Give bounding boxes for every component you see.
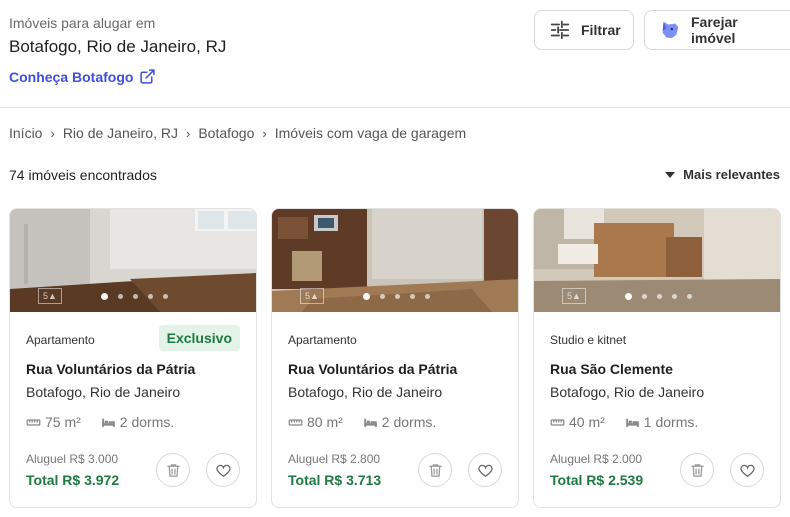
property-street: Rua Voluntários da Pátria <box>26 361 196 377</box>
carousel-dot[interactable] <box>117 294 123 299</box>
trash-icon <box>690 463 704 477</box>
results-count: 74 imóveis encontrados <box>9 167 157 183</box>
carousel-dots[interactable] <box>272 293 518 300</box>
breadcrumb-neighborhood[interactable]: Botafogo <box>198 125 254 141</box>
property-type: Apartamento <box>288 333 357 347</box>
carousel-dot[interactable] <box>132 294 138 299</box>
chevron-right-icon: › <box>185 125 191 141</box>
carousel-dot[interactable] <box>379 294 385 299</box>
total-price: Total R$ 3.972 <box>26 472 120 488</box>
property-street: Rua São Clemente <box>550 361 673 377</box>
bedrooms-feature: 2 dorms. <box>101 414 174 430</box>
discard-button[interactable] <box>418 453 452 487</box>
carousel-dot[interactable] <box>409 294 415 299</box>
property-neighborhood: Botafogo, Rio de Janeiro <box>288 384 443 400</box>
bedrooms-value: 1 dorms. <box>643 414 699 430</box>
carousel-dots[interactable] <box>534 293 780 300</box>
carousel-dot[interactable] <box>362 293 370 300</box>
sniff-property-button[interactable]: Farejar imóvel <box>644 10 790 50</box>
rent-price: Aluguel R$ 3.000 <box>26 452 119 466</box>
bed-icon <box>102 418 115 427</box>
property-neighborhood: Botafogo, Rio de Janeiro <box>26 384 181 400</box>
chevron-right-icon: › <box>50 125 55 141</box>
property-neighborhood: Botafogo, Rio de Janeiro <box>550 384 705 400</box>
carousel-dot[interactable] <box>671 294 677 299</box>
caret-down-icon <box>665 171 676 178</box>
ruler-icon <box>288 418 303 426</box>
carousel-dot[interactable] <box>686 294 692 299</box>
property-features: 40 m² 1 dorms. <box>550 414 718 430</box>
property-card[interactable]: 5▲ Studio e kitnet Rua São Clemente Bota… <box>533 208 781 508</box>
discard-button[interactable] <box>680 453 714 487</box>
area-value: 80 m² <box>307 414 343 430</box>
property-type: Apartamento <box>26 333 95 347</box>
heart-icon <box>477 464 493 477</box>
external-link-icon <box>140 69 156 84</box>
rent-price: Aluguel R$ 2.800 <box>288 452 381 466</box>
filter-button[interactable]: Filtrar <box>534 10 634 50</box>
breadcrumb: Início › Rio de Janeiro, RJ › Botafogo ›… <box>9 125 466 141</box>
page-subtitle: Imóveis para alugar em <box>9 15 156 31</box>
carousel-dot[interactable] <box>162 294 168 299</box>
property-type: Studio e kitnet <box>550 333 627 347</box>
sort-dropdown[interactable]: Mais relevantes <box>665 167 780 182</box>
discard-button[interactable] <box>156 453 190 487</box>
exclusive-badge: Exclusivo <box>158 325 240 351</box>
know-neighborhood-label: Conheça Botafogo <box>9 68 134 85</box>
property-photo[interactable]: 5▲ <box>534 209 780 312</box>
area-value: 75 m² <box>45 414 81 430</box>
bed-icon <box>626 418 639 427</box>
page-title: Botafogo, Rio de Janeiro, RJ <box>9 37 227 56</box>
sniff-button-label: Farejar imóvel <box>691 14 738 46</box>
ruler-icon <box>550 418 565 426</box>
total-price: Total R$ 2.539 <box>550 472 644 488</box>
search-header: Imóveis para alugar em Botafogo, Rio de … <box>0 0 790 108</box>
total-price: Total R$ 3.713 <box>288 472 382 488</box>
chevron-right-icon: › <box>262 125 267 141</box>
carousel-dot[interactable] <box>100 293 108 300</box>
property-card[interactable]: 5▲ Apartamento Exclusivo Rua Voluntários… <box>9 208 257 508</box>
carousel-dot[interactable] <box>394 294 400 299</box>
heart-icon <box>215 464 231 477</box>
property-features: 80 m² 2 dorms. <box>288 414 456 430</box>
ruler-icon <box>26 418 41 426</box>
breadcrumb-current: Imóveis com vaga de garagem <box>274 125 467 141</box>
heart-icon <box>739 464 755 477</box>
dog-mascot-icon <box>662 21 679 39</box>
bedrooms-value: 2 dorms. <box>381 414 437 430</box>
property-features: 75 m² 2 dorms. <box>26 414 194 430</box>
bedrooms-feature: 1 dorms. <box>625 414 698 430</box>
sliders-icon <box>550 20 570 40</box>
breadcrumb-city[interactable]: Rio de Janeiro, RJ <box>63 125 178 141</box>
know-neighborhood-link[interactable]: Conheça Botafogo <box>9 68 156 85</box>
favorite-button[interactable] <box>468 453 502 487</box>
trash-icon <box>428 463 442 477</box>
rent-price: Aluguel R$ 2.000 <box>550 452 643 466</box>
carousel-dots[interactable] <box>10 293 256 300</box>
favorite-button[interactable] <box>730 453 764 487</box>
area-feature: 80 m² <box>288 414 343 430</box>
area-value: 40 m² <box>569 414 605 430</box>
carousel-dot[interactable] <box>656 294 662 299</box>
property-photo[interactable]: 5▲ <box>272 209 518 312</box>
area-feature: 75 m² <box>26 414 81 430</box>
filter-button-label: Filtrar <box>581 22 621 38</box>
carousel-dot[interactable] <box>147 294 153 299</box>
area-feature: 40 m² <box>550 414 605 430</box>
property-street: Rua Voluntários da Pátria <box>288 361 458 377</box>
carousel-dot[interactable] <box>641 294 647 299</box>
property-photo[interactable]: 5▲ <box>10 209 256 312</box>
trash-icon <box>166 463 180 477</box>
sort-label: Mais relevantes <box>683 167 780 182</box>
carousel-dot[interactable] <box>624 293 632 300</box>
property-card[interactable]: 5▲ Apartamento Rua Voluntários da Pátria… <box>271 208 519 508</box>
breadcrumb-home[interactable]: Início <box>9 125 42 141</box>
bedrooms-value: 2 dorms. <box>119 414 175 430</box>
bedrooms-feature: 2 dorms. <box>363 414 436 430</box>
favorite-button[interactable] <box>206 453 240 487</box>
bed-icon <box>364 418 377 427</box>
carousel-dot[interactable] <box>424 294 430 299</box>
